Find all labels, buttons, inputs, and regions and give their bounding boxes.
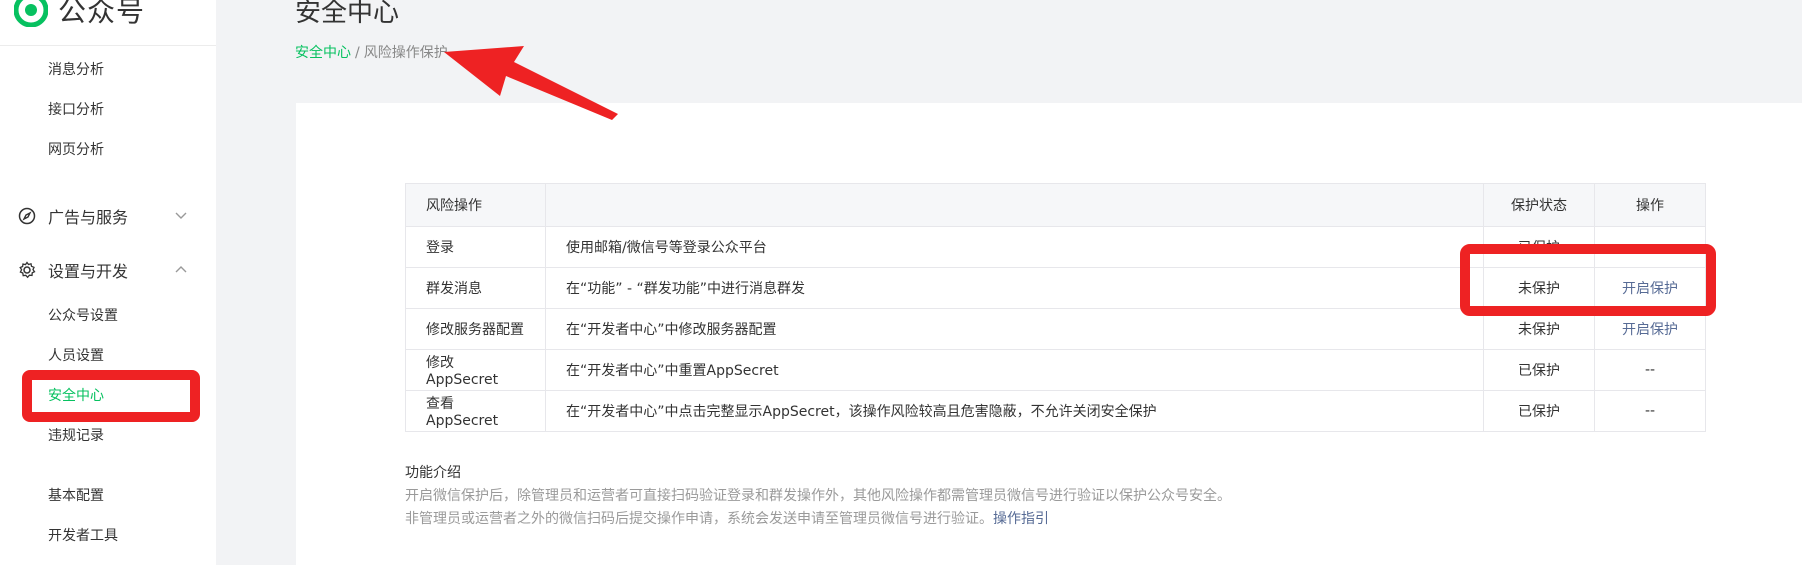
- intro-line-2: 非管理员或运营者之外的微信扫码后提交操作申请，系统会发送申请至管理员微信号进行验…: [405, 508, 1231, 531]
- sidebar-divider: [0, 45, 216, 46]
- cell-description: 在“开发者中心”中点击完整显示AppSecret，该操作风险较高且危害隐蔽，不允…: [545, 390, 1484, 432]
- sidebar-item-web-analysis[interactable]: 网页分析: [48, 140, 104, 160]
- sidebar-group-ads-label: 广告与服务: [48, 208, 129, 227]
- cell-status: 已保护: [1483, 349, 1595, 391]
- sidebar-group-settings-label: 设置与开发: [48, 262, 129, 281]
- feature-intro: 功能介绍 开启微信保护后，除管理员和运营者可直接扫码验证登录和群发操作外，其他风…: [405, 462, 1231, 531]
- sidebar-group-settings[interactable]: 设置与开发: [18, 258, 188, 282]
- breadcrumb-separator: /: [355, 45, 360, 61]
- annotation-box-sidebar: [22, 370, 200, 422]
- column-header-action: 操作: [1594, 183, 1706, 227]
- cell-action: --: [1594, 349, 1706, 391]
- cell-description: 在“开发者中心”中修改服务器配置: [545, 308, 1484, 350]
- table-row: 查看AppSecret 在“开发者中心”中点击完整显示AppSecret，该操作…: [405, 390, 1706, 432]
- intro-line-1: 开启微信保护后，除管理员和运营者可直接扫码验证登录和群发操作外，其他风险操作都需…: [405, 488, 1231, 504]
- wechat-official-logo-icon: [14, 0, 48, 27]
- intro-line-2-text: 非管理员或运营者之外的微信扫码后提交操作申请，系统会发送申请至管理员微信号进行验…: [405, 511, 993, 527]
- logo-text: 公众号: [58, 0, 146, 28]
- cell-status: 已保护: [1483, 390, 1595, 432]
- sidebar: 公众号 消息分析 接口分析 网页分析 广告与服务 设置与开发 公众号设置 人员设…: [0, 0, 216, 565]
- logo[interactable]: 公众号: [14, 0, 145, 30]
- sidebar-item-api-analysis[interactable]: 接口分析: [48, 100, 104, 120]
- table-row: 修改AppSecret 在“开发者中心”中重置AppSecret 已保护 --: [405, 349, 1706, 391]
- breadcrumb-current: 风险操作保护: [363, 45, 448, 61]
- sidebar-item-violation-records[interactable]: 违规记录: [48, 426, 104, 446]
- chevron-up-icon: [175, 266, 187, 273]
- column-header-operation: 风险操作: [405, 183, 546, 227]
- cell-operation: 修改服务器配置: [405, 308, 546, 350]
- sidebar-item-developer-tools[interactable]: 开发者工具: [48, 526, 118, 546]
- cell-description: 使用邮箱/微信号等登录公众平台: [545, 226, 1484, 268]
- table-header-row: 风险操作 保护状态 操作: [405, 183, 1706, 227]
- sidebar-item-message-analysis[interactable]: 消息分析: [48, 60, 104, 80]
- compass-icon: [18, 207, 36, 225]
- chevron-down-icon: [175, 212, 187, 219]
- operation-guide-link[interactable]: 操作指引: [993, 511, 1049, 527]
- intro-title: 功能介绍: [405, 465, 461, 481]
- breadcrumb: 安全中心 / 风险操作保护: [295, 42, 448, 62]
- cell-operation: 查看AppSecret: [405, 390, 546, 432]
- cell-operation: 群发消息: [405, 267, 546, 309]
- cell-operation: 修改AppSecret: [405, 349, 546, 391]
- cell-operation: 登录: [405, 226, 546, 268]
- sidebar-item-account-settings[interactable]: 公众号设置: [48, 306, 118, 326]
- annotation-box-table: [1460, 244, 1716, 316]
- breadcrumb-root-link[interactable]: 安全中心: [295, 45, 351, 61]
- cell-description: 在“开发者中心”中重置AppSecret: [545, 349, 1484, 391]
- enable-protection-link[interactable]: 开启保护: [1622, 322, 1678, 338]
- sidebar-item-staff-settings[interactable]: 人员设置: [48, 346, 104, 366]
- page-title: 安全中心: [295, 0, 400, 28]
- sidebar-group-ads[interactable]: 广告与服务: [18, 204, 188, 228]
- gear-icon: [19, 261, 36, 279]
- cell-action: --: [1594, 390, 1706, 432]
- column-header-description: [545, 183, 1484, 227]
- cell-description: 在“功能” - “群发功能”中进行消息群发: [545, 267, 1484, 309]
- sidebar-item-basic-config[interactable]: 基本配置: [48, 486, 104, 506]
- column-header-status: 保护状态: [1483, 183, 1595, 227]
- annotation-arrow-icon: [444, 46, 618, 120]
